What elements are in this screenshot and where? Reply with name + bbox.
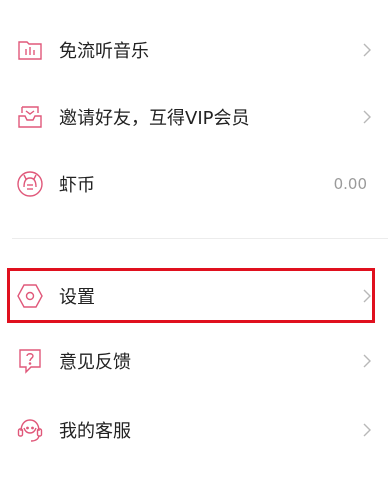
- settings-hexagon-icon: [16, 282, 44, 310]
- feedback-question-icon: [16, 347, 44, 375]
- chevron-right-icon: [363, 354, 371, 368]
- chevron-right-icon: [363, 43, 371, 57]
- menu-item-label: 免流听音乐: [59, 41, 149, 62]
- menu-item-invite-friends[interactable]: 邀请好友，互得VIP会员: [0, 92, 388, 142]
- coin-balance: 0.00: [333, 175, 367, 193]
- menu-item-free-music[interactable]: 免流听音乐: [0, 25, 388, 75]
- chevron-right-icon: [363, 423, 371, 437]
- menu-item-customer-service[interactable]: 我的客服: [0, 405, 388, 455]
- chevron-right-icon: [363, 110, 371, 124]
- menu-item-label: 设置: [59, 287, 95, 308]
- customer-service-icon: [16, 416, 44, 444]
- invite-inbox-icon: [16, 103, 44, 131]
- menu-item-label: 邀请好友，互得VIP会员: [59, 108, 250, 129]
- shrimp-coin-icon: [16, 170, 44, 198]
- section-divider: [12, 238, 388, 239]
- menu-item-settings[interactable]: 设置: [0, 271, 388, 321]
- menu-item-feedback[interactable]: 意见反馈: [0, 336, 388, 386]
- menu-item-label: 意见反馈: [59, 352, 131, 373]
- menu-item-label: 虾币: [59, 175, 95, 196]
- music-folder-icon: [16, 36, 44, 64]
- chevron-right-icon: [363, 289, 371, 303]
- menu-item-shrimp-coins[interactable]: 虾币 0.00: [0, 159, 388, 209]
- menu-item-label: 我的客服: [59, 421, 131, 442]
